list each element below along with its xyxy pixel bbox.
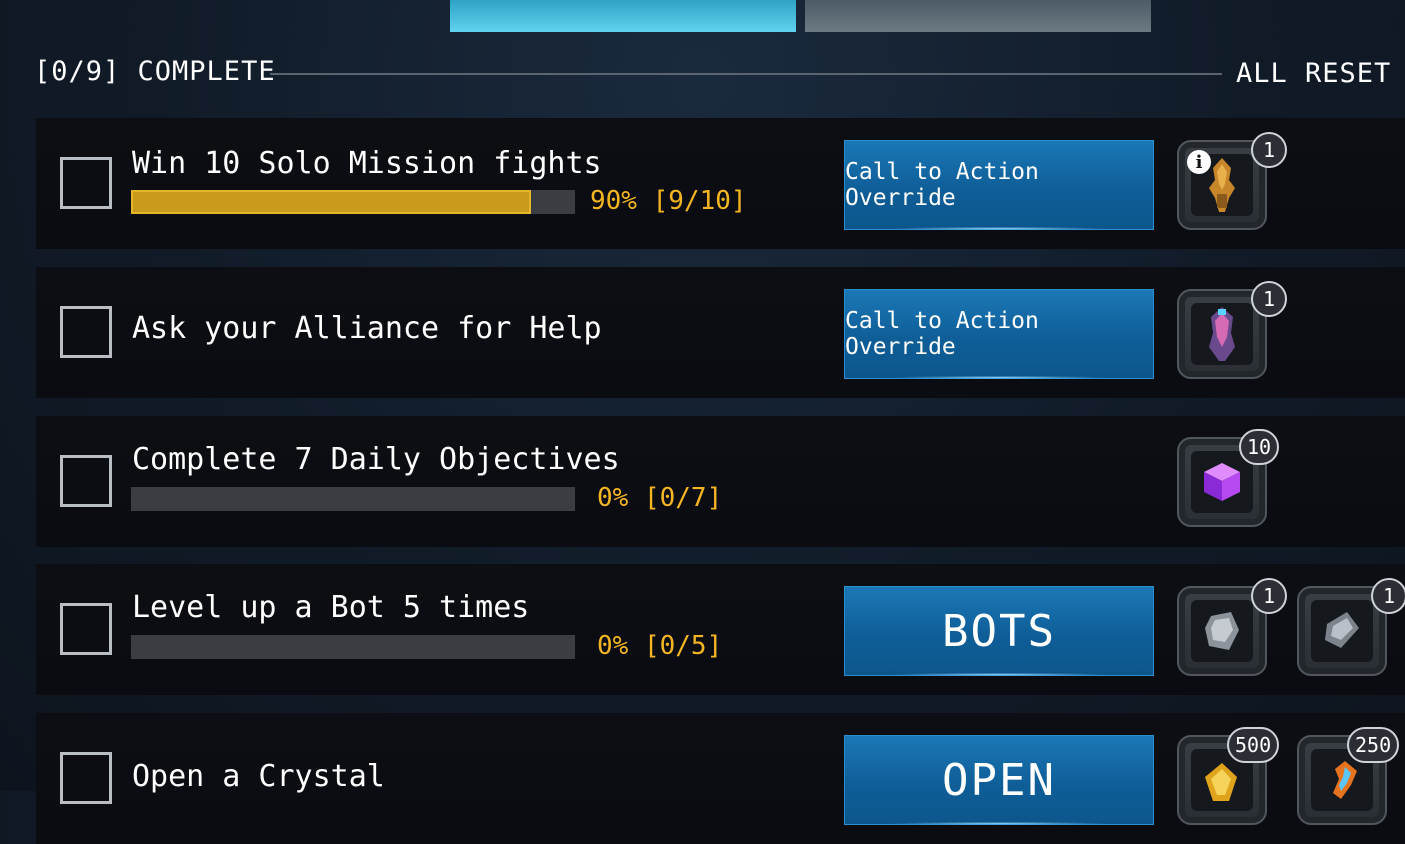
call-to-action-button[interactable]: Call to Action Override <box>844 140 1154 230</box>
task-checkbox[interactable] <box>60 455 112 507</box>
reward-image <box>1191 451 1253 513</box>
task-title: Ask your Alliance for Help <box>132 311 602 346</box>
reward-image <box>1191 600 1253 662</box>
task-title: Win 10 Solo Mission fights <box>132 146 602 181</box>
reward-item[interactable]: 250 <box>1297 727 1400 825</box>
task-row: Win 10 Solo Mission fights 90% [9/10] Ca… <box>36 118 1405 249</box>
reward-count-badge: 1 <box>1371 578 1405 614</box>
open-button[interactable]: OPEN <box>844 735 1154 825</box>
reset-timer-label: ALL RESET IN <box>1236 58 1405 89</box>
reward-item[interactable]: i 1 <box>1177 132 1287 230</box>
reward-count-badge: 250 <box>1347 727 1400 763</box>
reward-image <box>1191 303 1253 365</box>
top-tab-inactive[interactable] <box>805 0 1151 32</box>
progress-bar <box>131 487 575 511</box>
completion-count: [0/9] COMPLETE <box>34 56 276 87</box>
task-title: Complete 7 Daily Objectives <box>132 442 620 477</box>
reward-image <box>1311 600 1373 662</box>
metal-part-icon <box>1205 612 1239 650</box>
task-checkbox[interactable] <box>60 752 112 804</box>
pink-robot-shard-icon <box>1209 307 1235 361</box>
task-row: Level up a Bot 5 times 0% [0/5] BOTS 1 1 <box>36 564 1405 695</box>
task-row: Open a Crystal OPEN 500 250 <box>36 713 1405 844</box>
progress-bar-fill <box>131 190 531 214</box>
reward-item[interactable]: 10 <box>1177 429 1280 527</box>
progress-bar <box>131 635 575 659</box>
task-row: Ask your Alliance for Help Call to Actio… <box>36 267 1405 398</box>
task-checkbox[interactable] <box>60 603 112 655</box>
metal-plate-icon <box>1325 612 1359 648</box>
reward-item[interactable]: 1 <box>1177 281 1287 379</box>
info-icon[interactable]: i <box>1187 150 1211 174</box>
reward-item[interactable]: 1 <box>1177 578 1287 676</box>
task-row: Complete 7 Daily Objectives 0% [0/7] 10 <box>36 416 1405 547</box>
reward-item[interactable]: 500 <box>1177 727 1280 825</box>
reward-count-badge: 1 <box>1251 578 1287 614</box>
reward-item[interactable]: 1 <box>1297 578 1405 676</box>
reward-count-badge: 10 <box>1239 429 1280 465</box>
objectives-header: [0/9] COMPLETE ALL RESET IN <box>34 52 1405 96</box>
reward-count-badge: 1 <box>1251 281 1287 317</box>
progress-bar <box>131 190 575 214</box>
bots-button[interactable]: BOTS <box>844 586 1154 676</box>
progress-text: 0% [0/5] <box>597 631 723 661</box>
task-title: Open a Crystal <box>132 759 385 794</box>
header-divider <box>270 73 1222 75</box>
reward-count-badge: 500 <box>1227 727 1280 763</box>
purple-cube-icon <box>1204 463 1240 501</box>
progress-text: 90% [9/10] <box>590 186 747 216</box>
task-checkbox[interactable] <box>60 157 112 209</box>
call-to-action-button[interactable]: Call to Action Override <box>844 289 1154 379</box>
reward-count-badge: 1 <box>1251 132 1287 168</box>
task-title: Level up a Bot 5 times <box>132 590 530 625</box>
task-checkbox[interactable] <box>60 306 112 358</box>
progress-text: 0% [0/7] <box>597 483 723 513</box>
top-tab-active[interactable] <box>450 0 796 32</box>
